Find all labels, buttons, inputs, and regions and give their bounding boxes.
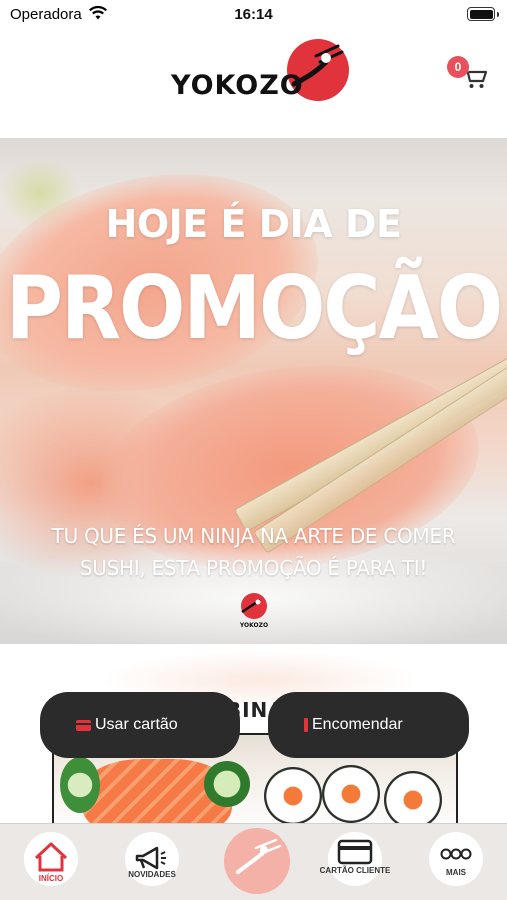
tab-customer-card-label: CARTÃO CLIENTE — [319, 866, 391, 875]
tab-more-label: MAIS — [446, 868, 466, 877]
use-card-label: Usar cartão — [95, 716, 178, 733]
tab-customer-card[interactable]: CARTÃO CLIENTE — [320, 832, 390, 886]
brand-name: YOKOZO — [171, 70, 304, 101]
product-image-roll — [384, 771, 442, 829]
promo-banner[interactable]: HOJE É DIA DE PROMOÇÃO TU QUE ÉS UM NINJ… — [0, 138, 507, 644]
tab-more[interactable]: MAIS — [429, 832, 483, 886]
app-header: YOKOZO 0 — [0, 30, 507, 138]
tab-news-label: NOVIDADES — [128, 870, 176, 879]
order-label: Encomendar — [312, 716, 403, 733]
product-image-roll — [322, 765, 380, 823]
mini-brand-text: YOKOZO — [239, 622, 268, 629]
tab-home[interactable]: INÍCIO — [24, 832, 78, 886]
bottom-tab-bar: INÍCIO NOVIDADES CARTÃO CLIENTE MAIS — [0, 823, 507, 900]
promo-subtitle-line: TU QUE ÉS UM NINJA NA ARTE DE COMER — [51, 524, 456, 548]
mini-brand-logo: YOKOZO — [239, 593, 268, 629]
cart-count-badge: 0 — [447, 56, 469, 78]
brand-logo: YOKOZO — [168, 36, 353, 106]
utensils-icon — [304, 718, 308, 732]
more-dots-icon — [440, 848, 472, 860]
clock: 16:14 — [234, 6, 273, 23]
product-image-cucumber — [204, 761, 250, 807]
brand-logo-icon — [236, 838, 282, 874]
tab-news[interactable]: NOVIDADES — [125, 832, 179, 886]
promo-title: PROMOÇÃO — [5, 258, 503, 360]
tab-brand[interactable] — [224, 828, 290, 894]
status-bar: Operadora 16:14 — [0, 0, 507, 30]
promo-subtitle-line: SUSHI, ESTA PROMOÇÃO É PARA TI! — [79, 556, 428, 580]
product-image-cucumber — [60, 757, 100, 813]
credit-card-icon — [76, 720, 91, 731]
product-image-roll — [264, 767, 322, 825]
use-card-button[interactable]: Usar cartão — [40, 692, 240, 758]
battery-icon — [467, 7, 499, 21]
order-button[interactable]: Encomendar — [268, 692, 469, 758]
card-icon — [337, 839, 373, 865]
promo-headline: HOJE É DIA DE — [105, 202, 402, 246]
promo-subtitle: TU QUE ÉS UM NINJA NA ARTE DE COMER SUSH… — [0, 520, 507, 584]
tab-home-label: INÍCIO — [38, 874, 64, 883]
